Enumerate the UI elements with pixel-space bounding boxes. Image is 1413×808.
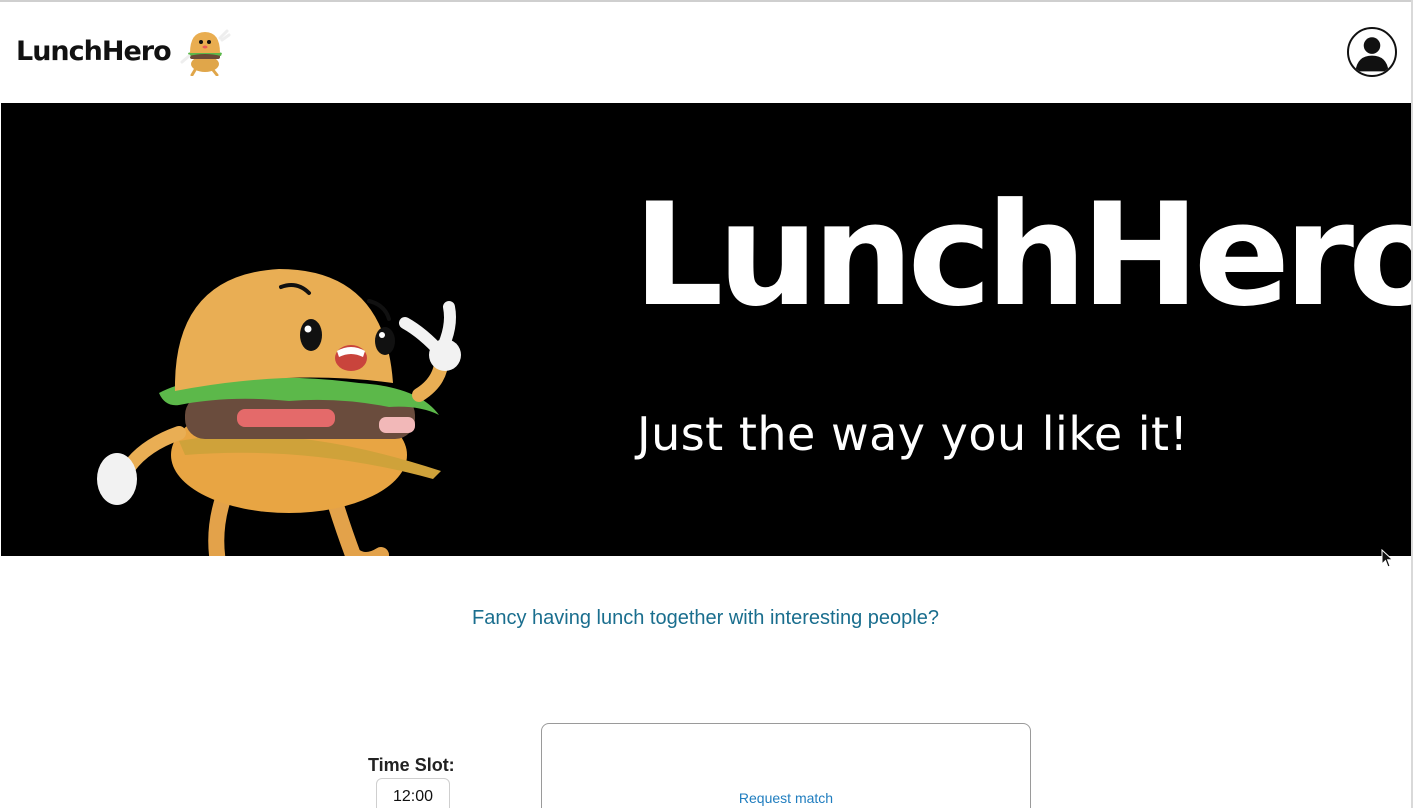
brand-link[interactable]: LunchHero (16, 26, 233, 76)
hero-title: LunchHero (633, 173, 1411, 338)
match-card: Request match (541, 723, 1031, 808)
brand-name: LunchHero (16, 35, 172, 67)
time-slot-label: Time Slot: (368, 755, 455, 775)
time-slot-select[interactable]: 12:00 (376, 778, 450, 808)
lunch-prompt-text: Fancy having lunch together with interes… (472, 607, 939, 629)
app-header: LunchHero (0, 4, 1411, 103)
page: LunchHero LunchHero Just the way you lik… (0, 0, 1413, 808)
user-avatar-icon (1355, 37, 1389, 72)
hero-banner: LunchHero Just the way you like it! (1, 103, 1411, 556)
hero-tagline: Just the way you like it! (637, 407, 1189, 461)
request-match-button[interactable]: Request match (542, 790, 1030, 806)
burger-mascot-illustration (97, 269, 461, 556)
burger-mascot-icon (180, 29, 231, 76)
profile-button[interactable] (1347, 27, 1397, 77)
mouse-cursor-icon (1381, 549, 1394, 568)
